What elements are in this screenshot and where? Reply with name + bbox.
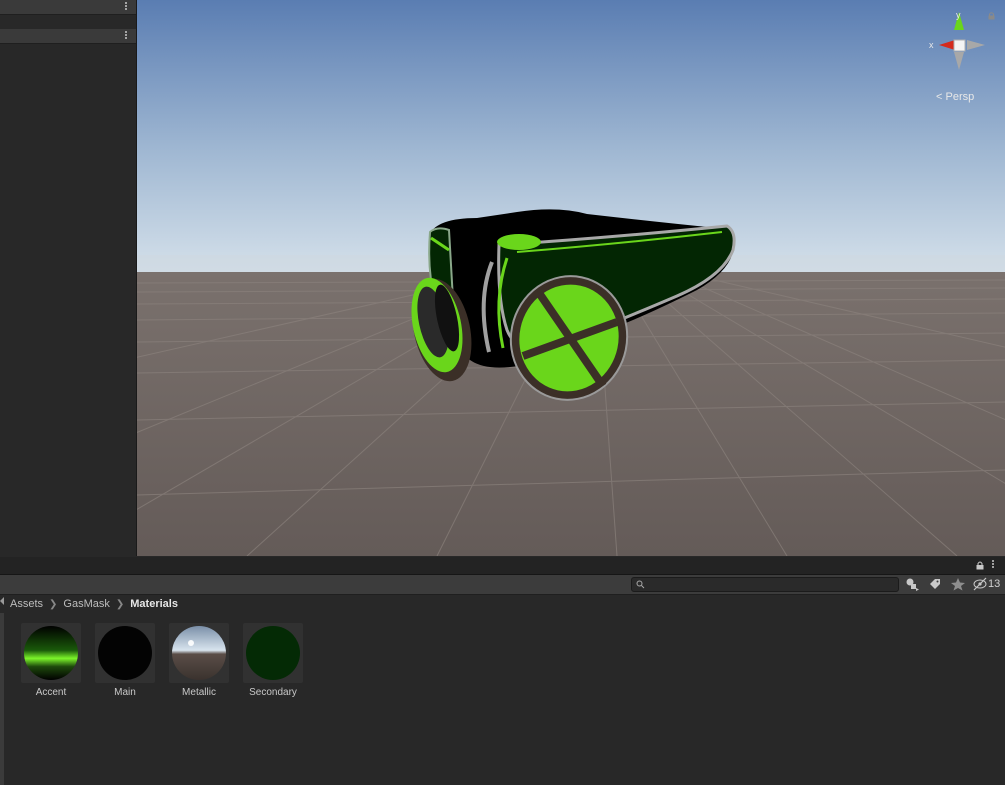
kebab-menu-icon[interactable] bbox=[125, 2, 128, 12]
scene-render[interactable] bbox=[137, 0, 1005, 556]
asset-label: Metallic bbox=[182, 687, 216, 698]
scene-viewport[interactable]: y x < Persp bbox=[137, 0, 1005, 556]
collapse-arrow-icon[interactable] bbox=[0, 597, 4, 605]
hidden-packages-icon[interactable] bbox=[972, 577, 988, 591]
axis-gizmo-icon[interactable]: y x bbox=[927, 8, 991, 88]
search-by-label-icon[interactable] bbox=[927, 577, 943, 591]
breadcrumb: Assets ❯ GasMask ❯ Materials bbox=[10, 596, 178, 612]
asset-thumbnail bbox=[95, 623, 155, 683]
asset-label: Accent bbox=[35, 687, 67, 698]
lock-icon[interactable] bbox=[988, 12, 995, 20]
left-panel-header-second bbox=[0, 29, 136, 44]
asset-thumbnail bbox=[169, 623, 229, 683]
kebab-menu-icon[interactable] bbox=[992, 560, 995, 570]
asset-item-accent[interactable]: Accent bbox=[21, 623, 81, 698]
project-toolbar: 13 bbox=[0, 575, 1005, 595]
perspective-icon: < bbox=[936, 91, 943, 103]
asset-item-main[interactable]: Main bbox=[95, 623, 155, 698]
material-main-icon bbox=[98, 626, 152, 680]
search-input[interactable] bbox=[646, 578, 896, 592]
search-by-type-icon[interactable] bbox=[904, 577, 920, 591]
orientation-gizmo[interactable]: y x < Persp bbox=[927, 8, 995, 103]
folder-tree-scrollbar[interactable] bbox=[0, 613, 4, 785]
lock-icon[interactable] bbox=[976, 561, 984, 570]
breadcrumb-item-materials[interactable]: Materials bbox=[130, 598, 178, 610]
left-panel bbox=[0, 0, 137, 556]
chevron-right-icon: ❯ bbox=[115, 598, 125, 610]
projection-label: Persp bbox=[945, 91, 975, 103]
search-icon bbox=[636, 580, 645, 589]
material-secondary-icon bbox=[246, 626, 300, 680]
asset-label: Secondary bbox=[249, 687, 297, 698]
gizmo-x-label: x bbox=[929, 40, 934, 50]
breadcrumb-item-gasmask[interactable]: GasMask bbox=[63, 598, 109, 610]
asset-item-secondary[interactable]: Secondary bbox=[243, 623, 303, 698]
unity-editor: y x < Persp 13 Assets ❯ GasMask ❯ Materi… bbox=[0, 0, 1005, 785]
kebab-menu-icon[interactable] bbox=[125, 31, 128, 41]
project-tab-bar bbox=[0, 557, 1005, 575]
material-metallic-icon bbox=[172, 626, 226, 680]
asset-thumbnail bbox=[243, 623, 303, 683]
search-field[interactable] bbox=[631, 577, 899, 592]
projection-toggle[interactable]: < Persp bbox=[936, 91, 974, 103]
asset-thumbnail bbox=[21, 623, 81, 683]
hidden-packages-count: 13 bbox=[988, 578, 1001, 590]
left-panel-header-top bbox=[0, 0, 136, 15]
breadcrumb-item-assets[interactable]: Assets bbox=[10, 598, 43, 610]
project-panel: 13 Assets ❯ GasMask ❯ Materials Accent M… bbox=[0, 557, 1005, 785]
gizmo-y-label: y bbox=[956, 10, 961, 20]
favorite-star-icon[interactable] bbox=[950, 577, 966, 591]
asset-label: Main bbox=[114, 687, 136, 698]
material-accent-icon bbox=[24, 626, 78, 680]
asset-item-metallic[interactable]: Metallic bbox=[169, 623, 229, 698]
chevron-right-icon: ❯ bbox=[49, 598, 58, 610]
